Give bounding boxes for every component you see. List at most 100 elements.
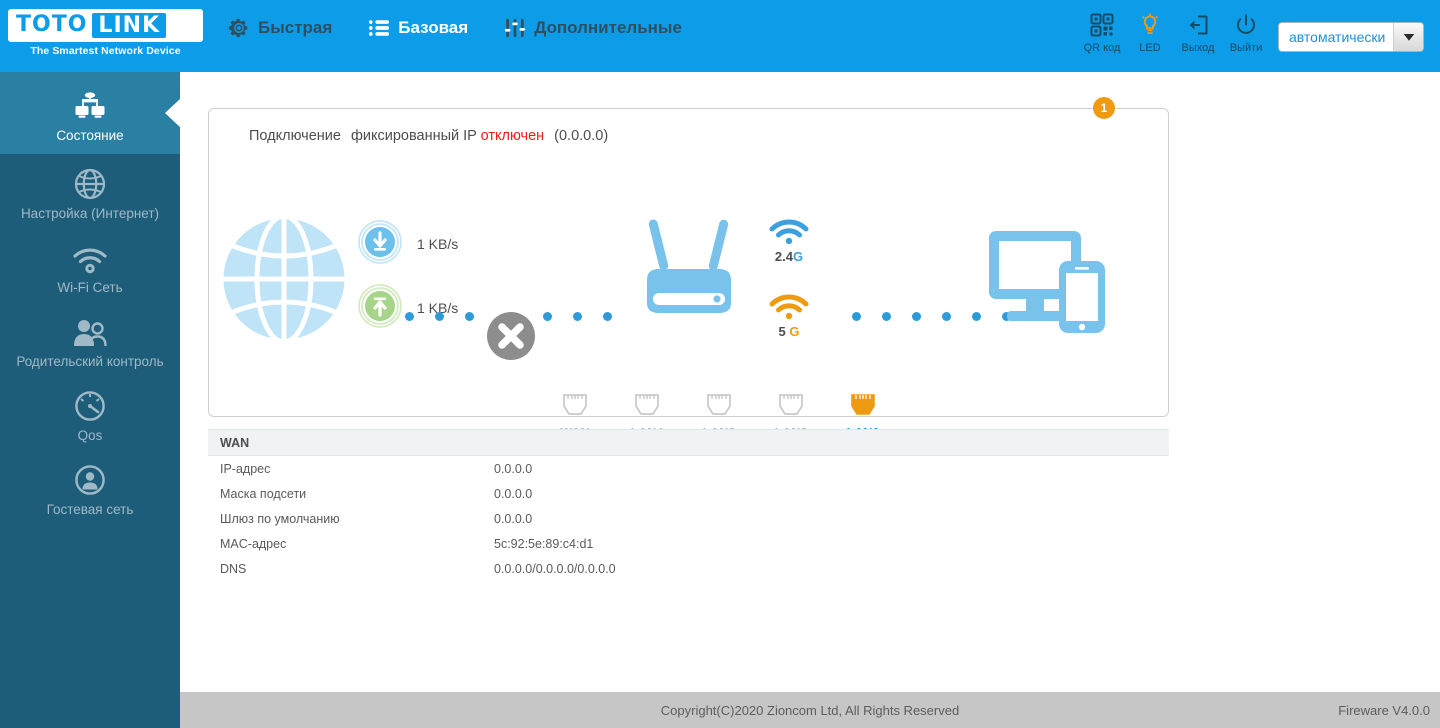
wifi-5g-indicator: 5 G <box>761 294 817 339</box>
link-dot <box>972 312 981 321</box>
brand-logo[interactable]: TOTO LINK The Smartest Network Device <box>8 9 203 57</box>
logo-link-text: LINK <box>92 12 167 38</box>
link-dot <box>603 312 612 321</box>
qr-code-button[interactable]: QR код <box>1078 12 1126 54</box>
download-rate-row: 1 KB/s <box>358 219 459 269</box>
language-select-value: автоматически <box>1289 29 1386 45</box>
table-row: Маска подсети 0.0.0.0 <box>208 481 1169 506</box>
led-button[interactable]: LED <box>1126 12 1174 54</box>
ethernet-port-icon <box>705 394 733 421</box>
wan-info-table: WAN IP-адрес 0.0.0.0 Маска подсети 0.0.0… <box>208 429 1169 581</box>
sidebar-label-parental-control: Родительский контроль <box>16 353 164 369</box>
parental-control-icon <box>72 310 108 348</box>
sidebar-item-wifi[interactable]: Wi-Fi Сеть <box>0 228 180 302</box>
link-dot <box>543 312 552 321</box>
power-icon <box>1234 12 1258 38</box>
sidebar-item-qos[interactable]: Qos <box>0 376 180 450</box>
sidebar-label-wifi: Wi-Fi Сеть <box>57 279 123 295</box>
topnav-item-basic[interactable]: Базовая <box>368 17 468 39</box>
wan-row-key: MAC-адрес <box>220 536 287 551</box>
wan-row-key: DNS <box>220 561 247 576</box>
wan-link-dots-left <box>405 312 474 321</box>
guest-user-icon <box>74 458 106 496</box>
wifi-24g-suffix: G <box>792 249 804 264</box>
link-dot <box>465 312 474 321</box>
ethernet-port-icon <box>849 394 877 421</box>
topnav-item-advanced[interactable]: Дополнительные <box>504 17 682 39</box>
link-dot <box>852 312 861 321</box>
sidebar-item-guest-network[interactable]: Гостевая сеть <box>0 450 180 524</box>
firmware-version: Fireware V4.0.0 <box>1338 702 1430 718</box>
download-icon <box>358 219 402 269</box>
wifi-5g-number: 5 <box>778 324 790 339</box>
network-topology-card: Подключение фиксированный IP отключен (0.0… <box>208 97 1170 440</box>
wifi-5g-label: 5 G <box>761 324 817 339</box>
upload-rate-row: 1 KB/s <box>358 283 458 333</box>
logo-tagline: The Smartest Network Device <box>30 45 181 57</box>
wifi-24g-label: 2.4G <box>761 249 817 264</box>
wan-row-value: 0.0.0.0 <box>494 486 533 501</box>
speedometer-icon <box>74 384 106 422</box>
upload-icon <box>358 283 402 333</box>
chevron-down-icon[interactable] <box>1393 23 1423 51</box>
copyright-text: Copyright(C)2020 Zioncom Ltd, All Rights… <box>660 702 960 718</box>
link-dot <box>405 312 414 321</box>
wifi-5g-icon <box>769 294 809 324</box>
wan-row-value: 0.0.0.0 <box>494 511 533 526</box>
wan-link-dots-right <box>543 312 612 321</box>
exit-button[interactable]: Выход <box>1174 12 1222 54</box>
wan-row-value: 5c:92:5e:89:c4:d1 <box>494 536 594 551</box>
router-icon <box>633 217 745 322</box>
download-rate-value: 1 KB/s <box>417 236 459 252</box>
globe-icon <box>74 162 106 200</box>
sidebar-label-internet-setup: Настройка (Интернет) <box>20 205 160 221</box>
logout-arrow-icon <box>1186 12 1210 38</box>
wifi-5g-suffix: G <box>789 324 800 339</box>
sidebar-item-internet-setup[interactable]: Настройка (Интернет) <box>0 154 180 228</box>
logo-toto-text: TOTO <box>16 12 88 37</box>
active-pointer-arrow <box>165 98 180 128</box>
table-row: MAC-адрес 5c:92:5e:89:c4:d1 <box>208 531 1169 556</box>
link-dot <box>435 312 444 321</box>
led-bulb-icon <box>1138 12 1162 38</box>
wan-row-key: Шлюз по умолчанию <box>220 511 340 526</box>
ethernet-port-icon <box>633 394 661 421</box>
topnav-item-quick[interactable]: Быстрая <box>228 17 332 39</box>
topnav-label-advanced: Дополнительные <box>534 18 682 37</box>
header-toolbar: QR код LED Выход Выйти <box>1078 12 1270 54</box>
list-icon <box>368 17 390 39</box>
ethernet-port-icon <box>561 394 589 421</box>
wan-row-value: 0.0.0.0 <box>494 461 533 476</box>
wifi-24g-icon <box>769 219 809 249</box>
main-content: Подключение фиксированный IP отключен (0.0… <box>180 72 1440 692</box>
sidebar-item-parental-control[interactable]: Родительский контроль <box>0 302 180 376</box>
sidebar-label-status: Состояние <box>56 127 124 143</box>
sidebar-item-status[interactable]: Состояние <box>0 72 180 154</box>
ethernet-port-icon <box>777 394 805 421</box>
connected-devices-count-badge: 1 <box>1093 97 1115 119</box>
language-select[interactable]: автоматически <box>1278 22 1424 52</box>
gear-icon <box>228 17 250 39</box>
internet-globe-icon <box>218 213 350 349</box>
connected-devices-icon <box>987 219 1117 344</box>
topology-diagram: 1 KB/s 1 KB/s 2.4G 5 G 1 <box>209 97 1170 440</box>
wifi-24g-number: 2.4 <box>774 249 793 264</box>
wan-table-header: WAN <box>208 429 1169 456</box>
logo-box: TOTO LINK <box>8 9 203 42</box>
led-label: LED <box>1139 42 1161 54</box>
topnav-label-basic: Базовая <box>398 18 469 37</box>
exit-label: Выход <box>1181 42 1215 54</box>
link-dot <box>573 312 582 321</box>
logout-label: Выйти <box>1229 42 1263 54</box>
sidebar: Состояние Настройка (Интернет) Wi-Fi Сет… <box>0 72 180 728</box>
sliders-icon <box>504 17 526 39</box>
sidebar-label-guest-network: Гостевая сеть <box>46 501 134 517</box>
table-row: Шлюз по умолчанию 0.0.0.0 <box>208 506 1169 531</box>
link-dot <box>882 312 891 321</box>
wifi-icon <box>73 236 107 274</box>
wan-row-key: IP-адрес <box>220 461 271 476</box>
table-row: DNS 0.0.0.0/0.0.0.0/0.0.0.0 <box>208 556 1169 581</box>
logout-button[interactable]: Выйти <box>1222 12 1270 54</box>
table-row: IP-адрес 0.0.0.0 <box>208 456 1169 481</box>
page-footer: Copyright(C)2020 Zioncom Ltd, All Rights… <box>180 692 1440 728</box>
